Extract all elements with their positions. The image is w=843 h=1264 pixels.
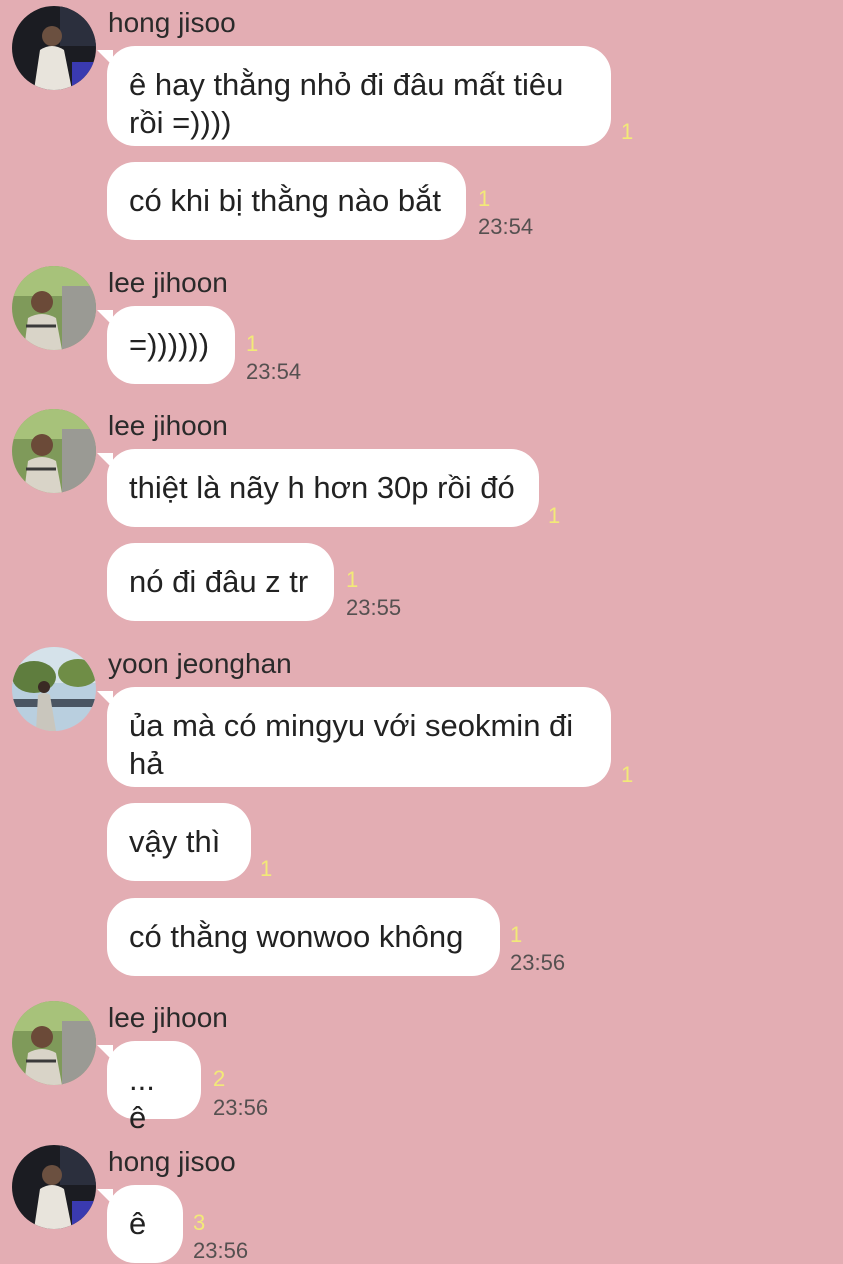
unread-count: 2 xyxy=(213,1066,226,1091)
message-bubble[interactable]: thiệt là nãy h hơn 30p rồi đó xyxy=(97,449,539,527)
avatar-hong-jisoo[interactable] xyxy=(12,1145,96,1229)
timestamp: 23:56 xyxy=(193,1238,249,1263)
avatar-hong-jisoo[interactable] xyxy=(12,6,96,90)
message-bubble[interactable]: ê hay thằng nhỏ đi đâu mất tiêu rồi =)))… xyxy=(97,46,611,146)
message-bubble[interactable]: có thằng wonwoo không xyxy=(107,898,500,976)
timestamp: 23:56 xyxy=(510,950,566,975)
sender-name: hong jisoo xyxy=(108,7,236,38)
avatar-lee-jihoon[interactable] xyxy=(12,266,96,350)
sender-name: hong jisoo xyxy=(108,1146,236,1177)
message-bubble[interactable]: ... ê xyxy=(97,1041,201,1135)
timestamp: 23:54 xyxy=(246,359,302,384)
unread-count: 1 xyxy=(510,922,523,947)
sender-name: lee jihoon xyxy=(108,410,228,441)
unread-count: 1 xyxy=(246,331,259,356)
sender-name: lee jihoon xyxy=(108,1002,228,1033)
unread-count: 1 xyxy=(260,856,273,881)
unread-count: 1 xyxy=(621,762,634,787)
message-bubble[interactable]: =)))))) xyxy=(97,306,235,384)
message-bubble[interactable]: nó đi đâu z tr xyxy=(107,543,334,621)
avatar-lee-jihoon[interactable] xyxy=(12,409,96,493)
avatar-lee-jihoon[interactable] xyxy=(12,1001,96,1085)
unread-count: 1 xyxy=(346,567,359,592)
avatar-yoon-jeonghan[interactable] xyxy=(12,647,96,731)
sender-name: lee jihoon xyxy=(108,267,228,298)
message-bubble[interactable]: vậy thì xyxy=(107,803,251,881)
timestamp: 23:54 xyxy=(478,214,534,239)
message-bubble[interactable]: ê xyxy=(97,1185,183,1263)
unread-count: 1 xyxy=(548,503,561,528)
message-bubble[interactable]: ủa mà có mingyu với seokmin đi hả xyxy=(97,687,611,787)
unread-count: 1 xyxy=(478,186,491,211)
timestamp: 23:55 xyxy=(346,595,402,620)
timestamp: 23:56 xyxy=(213,1095,269,1120)
sender-name: yoon jeonghan xyxy=(108,648,292,679)
unread-count: 3 xyxy=(193,1210,206,1235)
unread-count: 1 xyxy=(621,119,634,144)
message-bubble[interactable]: có khi bị thằng nào bắt xyxy=(107,162,466,240)
